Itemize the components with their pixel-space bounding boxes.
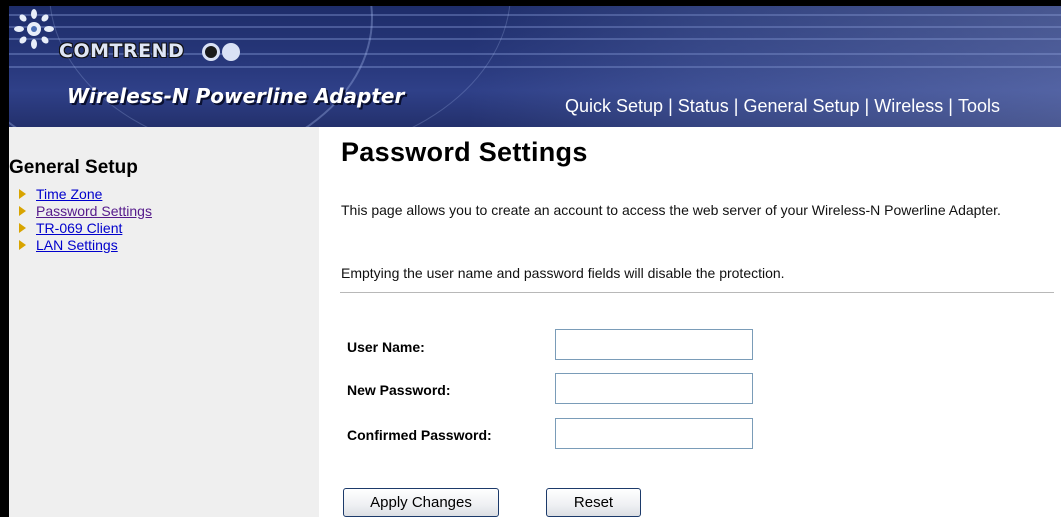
nav-separator: | [864,96,870,116]
nav-separator: | [668,96,673,116]
triangle-bullet-icon [19,205,26,216]
page-title: Password Settings [341,137,588,167]
top-navigation: Quick Setup | Status | General Setup | Wireles… [565,96,1000,117]
logo-dot-solid [222,43,240,61]
nav-separator: | [733,96,739,116]
confirmed-password-input[interactable] [555,418,753,449]
sidebar-item-tr069-client: TR-069 Client [19,219,152,236]
protection-note: Emptying the user name and password fiel… [341,265,785,281]
window-frame-left [0,0,9,517]
reset-button[interactable]: Reset [546,488,641,517]
product-name: Wireless-N Powerline Adapter [67,84,405,108]
brand-logo-dots [202,43,242,66]
nav-tools[interactable]: Tools [958,96,1000,116]
sidebar-link-time-zone[interactable]: Time Zone [36,186,102,202]
banner-arc [49,6,511,127]
main-content: Password Settings This page allows you t… [333,127,1061,517]
apply-changes-button[interactable]: Apply Changes [343,488,499,517]
nav-status[interactable]: Status [678,96,729,116]
sidebar-link-tr069-client[interactable]: TR-069 Client [36,220,122,236]
user-name-input[interactable] [555,329,753,360]
sidebar-item-password-settings: Password Settings [19,202,152,219]
user-name-label: User Name: [347,339,425,355]
nav-general-setup[interactable]: General Setup [743,96,859,116]
sidebar-link-lan-settings[interactable]: LAN Settings [36,237,118,253]
nav-quick-setup[interactable]: Quick Setup [565,96,663,116]
sidebar-menu: Time Zone Password Settings TR-069 Clien… [19,185,152,253]
sidebar-link-password-settings[interactable]: Password Settings [36,203,152,219]
sidebar-item-lan-settings: LAN Settings [19,236,152,253]
divider [340,292,1054,294]
brand-logo-text: COMTREND [59,40,185,62]
nav-wireless[interactable]: Wireless [874,96,943,116]
new-password-label: New Password: [347,382,451,398]
logo-dot-ring [202,43,220,61]
header-banner: COMTREND Wireless-N Powerline Adapter Qu… [9,6,1061,127]
new-password-input[interactable] [555,373,753,404]
sidebar-title: General Setup [9,157,138,178]
comtrend-logo-icon [14,9,54,49]
page-description: This page allows you to create an accoun… [341,202,1001,218]
triangle-bullet-icon [19,188,26,199]
confirmed-password-label: Confirmed Password: [347,427,492,443]
nav-separator: | [948,96,953,116]
sidebar-item-time-zone: Time Zone [19,185,152,202]
triangle-bullet-icon [19,222,26,233]
triangle-bullet-icon [19,239,26,250]
sidebar: General Setup Time Zone Password Setting… [9,127,319,517]
